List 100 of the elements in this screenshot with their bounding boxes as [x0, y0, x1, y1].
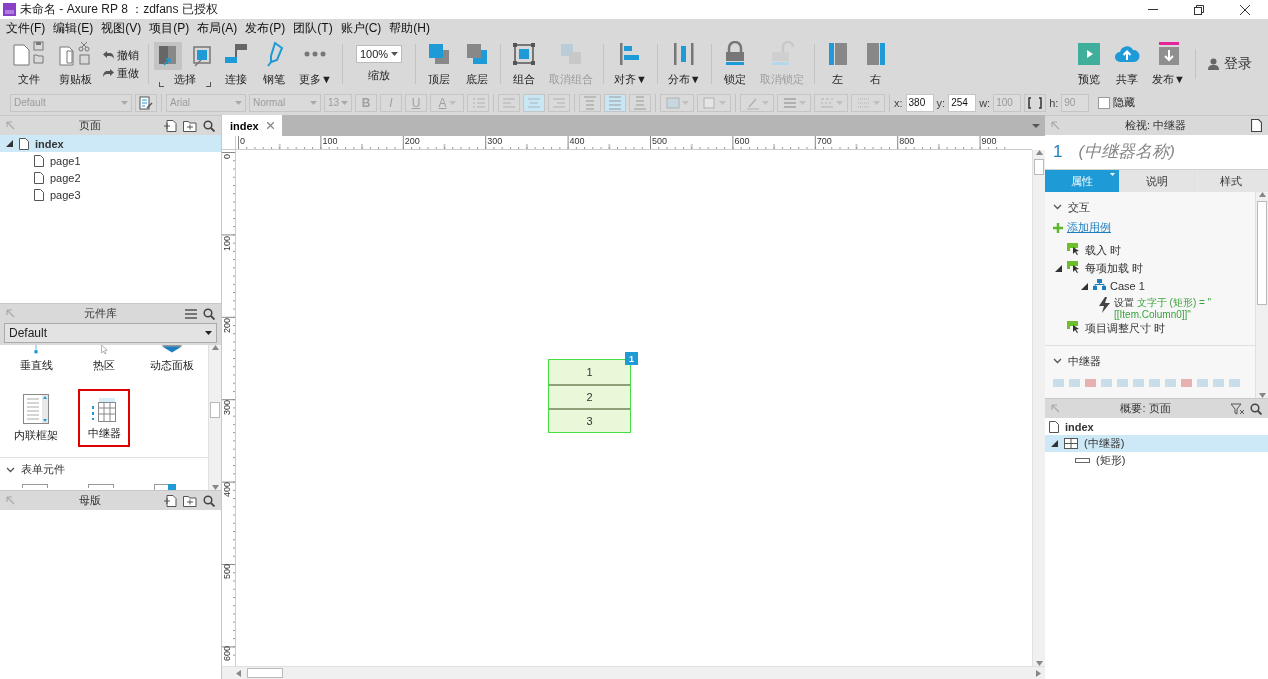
section-header[interactable]: 交互: [1053, 198, 1255, 216]
style-edit-button[interactable]: [135, 93, 157, 112]
page-name: page2: [50, 171, 81, 184]
toolbar-button[interactable]: 剪贴板: [53, 39, 97, 89]
event-item[interactable]: 项目调整尺寸 时: [1053, 321, 1255, 339]
toolbar-button[interactable]: 共享: [1109, 39, 1146, 89]
collapse-arrow-icon[interactable]: [6, 121, 15, 130]
chevron-down-icon[interactable]: [6, 466, 15, 473]
inspector-tab[interactable]: 说明: [1120, 170, 1194, 192]
toolbar-button[interactable]: 分布▼: [662, 39, 706, 89]
toolbar-button[interactable]: 对齐▼: [608, 39, 652, 89]
vertical-scrollbar[interactable]: [208, 345, 221, 490]
widget-item[interactable]: 内联框架: [10, 389, 62, 447]
toolbar-button[interactable]: 右: [857, 39, 894, 89]
expanded-triangle-icon[interactable]: [1054, 264, 1062, 272]
add-page-icon[interactable]: [164, 494, 177, 507]
search-icon[interactable]: [1250, 402, 1262, 415]
caret-icon: [835, 100, 843, 105]
menu-item[interactable]: 账户(C): [336, 19, 386, 38]
menu-item[interactable]: 布局(A): [193, 19, 242, 38]
event-item[interactable]: 载入 时: [1053, 243, 1255, 261]
toolbar-button[interactable]: 左: [819, 39, 856, 89]
inspector-tab[interactable]: 样式: [1194, 170, 1268, 192]
add-folder-icon[interactable]: [183, 494, 197, 507]
horizontal-scrollbar[interactable]: [222, 666, 1045, 679]
filter-icon[interactable]: [1231, 402, 1244, 415]
menu-item[interactable]: 编辑(E): [49, 19, 98, 38]
chevron-down-icon[interactable]: [1053, 358, 1062, 364]
ruler-label: 500: [652, 137, 668, 146]
search-icon[interactable]: [203, 119, 215, 132]
scrollbar-thumb[interactable]: [1034, 159, 1044, 175]
ratio-button[interactable]: [1024, 93, 1047, 112]
scrollbar-thumb[interactable]: [1257, 201, 1267, 305]
y-field[interactable]: 254: [948, 93, 977, 112]
expanded-triangle-icon[interactable]: [1080, 282, 1088, 290]
toolbar-button[interactable]: 组合: [505, 39, 542, 89]
widget-item[interactable]: 热区: [70, 345, 138, 377]
expanded-triangle-icon[interactable]: [6, 140, 13, 147]
case-item[interactable]: Case 1: [1053, 279, 1255, 297]
repeater-row[interactable]: 3: [549, 408, 630, 432]
chevron-down-icon[interactable]: [1053, 204, 1062, 210]
repeater-row[interactable]: 2: [549, 384, 630, 408]
toolbar-button[interactable]: 钢笔: [256, 39, 292, 89]
page-tree-item[interactable]: page1: [0, 152, 221, 169]
scrollbar-thumb[interactable]: [247, 668, 283, 678]
expanded-triangle-icon[interactable]: [1051, 440, 1058, 447]
menu-item[interactable]: 文件(F): [2, 19, 50, 38]
menu-item[interactable]: 发布(P): [241, 19, 290, 38]
widget-item[interactable]: 垂直线: [2, 345, 70, 377]
collapse-arrow-icon[interactable]: [6, 496, 15, 505]
collapse-arrow-icon[interactable]: [1051, 404, 1060, 413]
login-button[interactable]: 登录: [1195, 49, 1266, 79]
close-icon[interactable]: [266, 122, 274, 129]
page-tree-item[interactable]: index: [0, 135, 221, 152]
library-select[interactable]: Default: [4, 323, 217, 343]
select-intersect-button[interactable]: [154, 41, 182, 70]
checkbox[interactable]: [1098, 96, 1111, 109]
collapse-arrow-icon[interactable]: [6, 309, 15, 318]
outline-item[interactable]: (中继器): [1045, 435, 1268, 452]
action-item[interactable]: 设置 文字于 (矩形) = "[[Item.Column0]]": [1053, 297, 1255, 321]
redo-button[interactable]: 重做: [103, 65, 139, 81]
document-tab[interactable]: index: [222, 115, 282, 136]
toolbar-button[interactable]: 更多▼: [294, 39, 337, 89]
toolbar-button[interactable]: 文件: [7, 39, 51, 89]
add-case-link[interactable]: 添加用例: [1067, 220, 1111, 235]
outline-item[interactable]: (矩形): [1045, 452, 1268, 469]
add-page-icon[interactable]: [164, 119, 177, 132]
add-folder-icon[interactable]: [183, 119, 197, 132]
event-item[interactable]: 每项加载 时: [1053, 261, 1255, 279]
toolbar-button[interactable]: 顶层: [420, 39, 457, 89]
page-tree-item[interactable]: page2: [0, 169, 221, 186]
menu-icon[interactable]: [185, 308, 197, 319]
toolbar-button[interactable]: 发布▼: [1147, 39, 1190, 89]
zoom-select[interactable]: 100%: [355, 45, 402, 63]
section-header[interactable]: 中继器: [1053, 352, 1255, 370]
widget-item[interactable]: 动态面板: [138, 345, 206, 377]
vertical-scrollbar[interactable]: [1032, 150, 1045, 666]
collapse-arrow-icon[interactable]: [1051, 121, 1060, 130]
scroll-left-icon[interactable]: [236, 669, 241, 677]
menu-item[interactable]: 视图(V): [97, 19, 146, 38]
menu-item[interactable]: 帮助(H): [385, 19, 434, 38]
outline-item[interactable]: index: [1045, 418, 1268, 435]
widget-name-field[interactable]: (中继器名称): [1076, 141, 1247, 163]
vertical-scrollbar[interactable]: [1255, 192, 1268, 398]
scroll-right-icon[interactable]: [1036, 669, 1041, 677]
scroll-up-icon[interactable]: [1035, 150, 1043, 155]
search-icon[interactable]: [203, 494, 215, 507]
scrollbar-thumb[interactable]: [210, 402, 220, 418]
undo-button[interactable]: 撤销: [103, 47, 139, 63]
toolbar-button[interactable]: 锁定: [716, 39, 753, 89]
x-field[interactable]: 380: [905, 93, 934, 112]
widget-item[interactable]: 中继器: [78, 389, 130, 447]
toolbar-button[interactable]: 底层: [458, 39, 495, 89]
toolbar-button[interactable]: 预览: [1071, 39, 1108, 89]
menu-item[interactable]: 项目(P): [145, 19, 194, 38]
menu-item[interactable]: 团队(T): [289, 19, 337, 38]
page-icon[interactable]: [1251, 119, 1262, 132]
page-tree-item[interactable]: page3: [0, 186, 221, 203]
search-icon[interactable]: [203, 307, 215, 320]
toolbar-button[interactable]: 连接: [218, 39, 254, 89]
